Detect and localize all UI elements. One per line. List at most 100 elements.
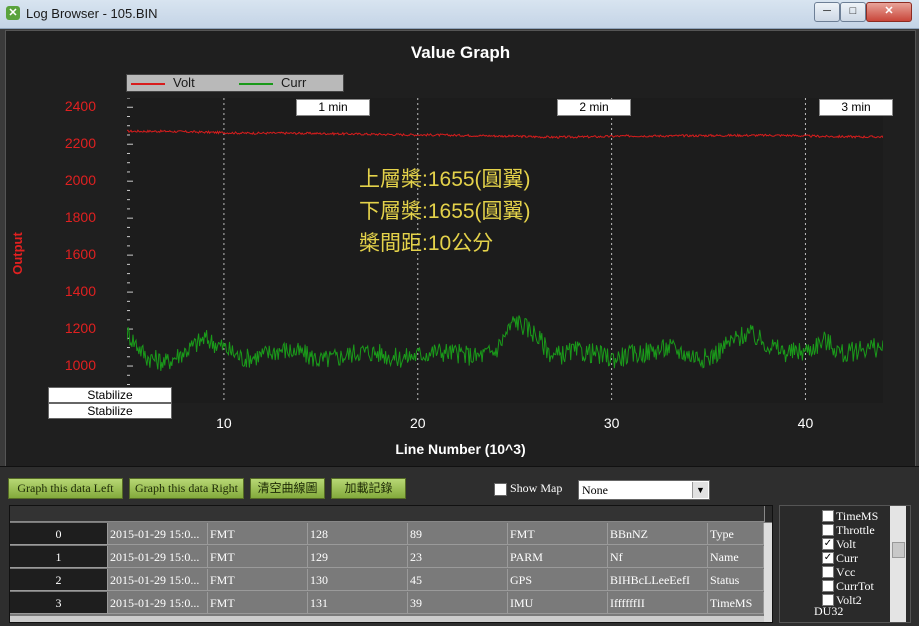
title-bar[interactable]: ✕ Log Browser - 105.BIN ─ □ ✕ [0, 0, 919, 29]
legend-volt-label: Volt [173, 75, 195, 90]
y-axis-label: Output [9, 232, 25, 275]
map-select[interactable]: None ▼ [578, 480, 710, 500]
table-cell[interactable]: IffffffII [608, 592, 708, 614]
tree-item-currtot[interactable]: CurrTot [822, 579, 874, 593]
checkbox-icon[interactable] [822, 580, 834, 592]
window-title: Log Browser - 105.BIN [26, 6, 158, 21]
annotation-upper-prop: 上層槳:1655(圓翼) [359, 168, 531, 191]
table-cell[interactable]: PARM [508, 546, 608, 568]
table-cell[interactable]: GPS [508, 569, 608, 591]
graph-left-button[interactable]: Graph this data Left [8, 478, 123, 499]
row-index[interactable]: 3 [10, 592, 108, 614]
y-tick-label: 1200 [64, 320, 96, 337]
tree-item-throttle[interactable]: Throttle [822, 523, 875, 537]
tree-scroll-thumb[interactable] [892, 542, 905, 558]
table-cell[interactable]: Status [708, 569, 764, 591]
y-tick-label: 2400 [64, 98, 96, 115]
tree-group-du32[interactable]: DU32 [814, 604, 843, 618]
time-label-1min: 1 min [296, 99, 370, 116]
table-header-cell[interactable] [508, 506, 609, 522]
minimize-button[interactable]: ─ [814, 2, 840, 22]
chevron-down-icon[interactable]: ▼ [692, 482, 708, 498]
close-button[interactable]: ✕ [866, 2, 912, 22]
clear-graph-button[interactable]: 清空曲線圖 [250, 478, 325, 499]
table-cell[interactable]: FMT [208, 546, 308, 568]
table-cell[interactable]: 131 [308, 592, 408, 614]
show-map-checkbox[interactable] [494, 483, 507, 496]
legend-volt-swatch [131, 83, 165, 85]
table-cell[interactable]: 23 [408, 546, 508, 568]
value-graph[interactable]: Value Graph Volt Curr Output Line Number… [5, 30, 916, 467]
checkbox-icon[interactable] [822, 566, 834, 578]
table-cell[interactable]: Name [708, 546, 764, 568]
tree-item-label: Vcc [836, 565, 856, 579]
table-header-cell[interactable] [608, 506, 709, 522]
checked-checkbox-icon[interactable]: ✓ [822, 552, 834, 564]
series-line-curr [127, 315, 883, 371]
table-header-cell[interactable] [708, 506, 765, 522]
table-row[interactable]: 0 2015-01-29 15:0... FMT 128 89 FMT BBnNZ Type [10, 523, 772, 546]
table-cell[interactable]: 39 [408, 592, 508, 614]
app-icon: ✕ [6, 6, 20, 20]
checkbox-icon[interactable] [822, 510, 834, 522]
checked-checkbox-icon[interactable]: ✓ [822, 538, 834, 550]
row-index[interactable]: 0 [10, 523, 108, 545]
table-cell[interactable]: TimeMS [708, 592, 764, 614]
table-cell[interactable]: Type [708, 523, 764, 545]
table-cell[interactable]: 128 [308, 523, 408, 545]
table-cell[interactable]: FMT [508, 523, 608, 545]
table-vertical-scrollbar[interactable] [764, 523, 772, 622]
tree-item-volt[interactable]: ✓ Volt [822, 537, 856, 551]
x-axis-label: Line Number (10^3) [395, 441, 526, 457]
bottom-panel: Graph this data Left Graph this data Rig… [0, 466, 919, 626]
table-cell[interactable]: FMT [208, 523, 308, 545]
table-cell[interactable]: BBnNZ [608, 523, 708, 545]
table-cell[interactable]: FMT [208, 592, 308, 614]
table-cell[interactable]: FMT [208, 569, 308, 591]
tree-vertical-scrollbar[interactable] [890, 506, 906, 622]
tree-item-vcc[interactable]: Vcc [822, 565, 856, 579]
y-tick-label: 2000 [64, 172, 96, 189]
row-index[interactable]: 1 [10, 546, 108, 568]
show-map-label: Show Map [510, 481, 563, 495]
table-cell[interactable]: BIHBcLLeeEefI [608, 569, 708, 591]
table-row[interactable]: 3 2015-01-29 15:0... FMT 131 39 IMU IffffffII T… [10, 592, 772, 615]
table-cell[interactable]: 129 [308, 546, 408, 568]
table-cell[interactable]: 45 [408, 569, 508, 591]
maximize-button[interactable]: □ [840, 2, 866, 22]
table-cell[interactable]: 130 [308, 569, 408, 591]
field-tree[interactable]: TimeMS Throttle ✓ Volt ✓ Curr Vcc CurrTot Volt2 … [779, 505, 911, 623]
log-browser-window: ✕ Log Browser - 105.BIN ─ □ ✕ Value Grap… [0, 0, 919, 626]
table-cell[interactable]: 89 [408, 523, 508, 545]
table-header-cell[interactable] [208, 506, 309, 522]
row-index[interactable]: 2 [10, 569, 108, 591]
table-header-cell[interactable] [108, 506, 209, 522]
table-cell[interactable]: IMU [508, 592, 608, 614]
table-cell[interactable]: 2015-01-29 15:0... [108, 523, 208, 545]
map-select-value: None [582, 483, 608, 497]
load-log-button[interactable]: 加載記錄 [331, 478, 406, 499]
table-header-cell[interactable] [308, 506, 409, 522]
legend-curr-label: Curr [281, 75, 307, 90]
table-header-cell[interactable] [10, 506, 109, 522]
plot-area[interactable] [127, 98, 883, 403]
tree-item-label: Throttle [836, 523, 875, 537]
tree-item-timems[interactable]: TimeMS [822, 509, 879, 523]
table-header-cell[interactable] [408, 506, 509, 522]
graph-right-button[interactable]: Graph this data Right [129, 478, 244, 499]
x-tick-label: 40 [797, 415, 814, 431]
table-horizontal-scrollbar[interactable] [10, 616, 764, 622]
table-cell[interactable]: 2015-01-29 15:0... [108, 546, 208, 568]
mode-label-stabilize: Stabilize [48, 387, 172, 403]
table-row[interactable]: 2 2015-01-29 15:0... FMT 130 45 GPS BIHBcLLeeE… [10, 569, 772, 592]
table-cell[interactable]: 2015-01-29 15:0... [108, 569, 208, 591]
graph-legend: Volt Curr [126, 74, 344, 92]
table-cell[interactable]: 2015-01-29 15:0... [108, 592, 208, 614]
log-table[interactable]: 0 2015-01-29 15:0... FMT 128 89 FMT BBnNZ Type 1… [9, 505, 773, 623]
tree-item-curr[interactable]: ✓ Curr [822, 551, 858, 565]
table-row[interactable]: 1 2015-01-29 15:0... FMT 129 23 PARM Nf Name [10, 546, 772, 569]
y-tick-label: 1800 [64, 209, 96, 226]
checkbox-icon[interactable] [822, 524, 834, 536]
table-cell[interactable]: Nf [608, 546, 708, 568]
tree-item-label: TimeMS [836, 509, 879, 523]
